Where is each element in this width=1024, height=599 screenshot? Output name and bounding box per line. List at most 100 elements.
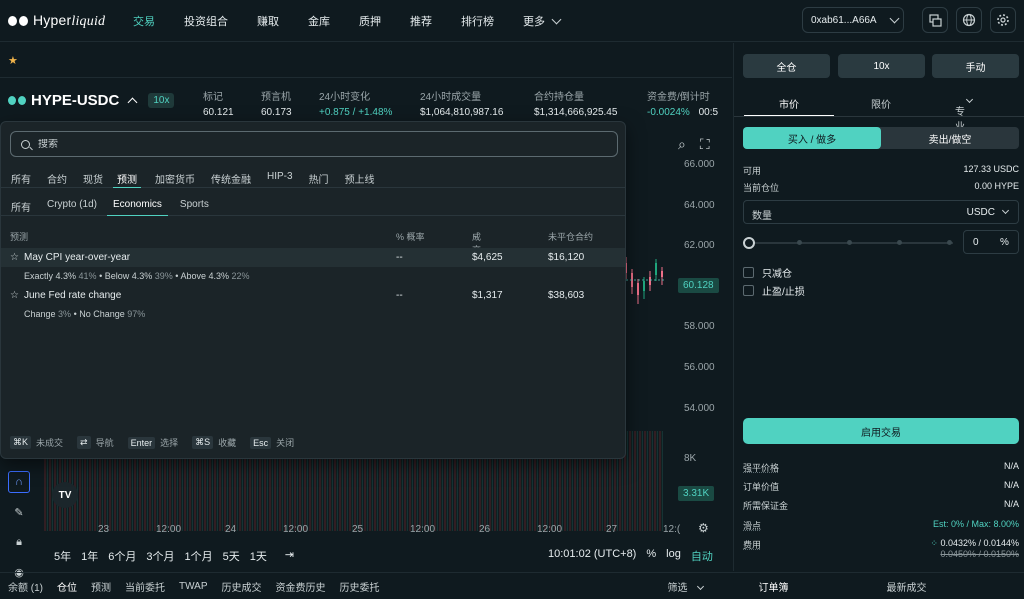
nav-earn[interactable]: 赚取 (257, 13, 279, 29)
shortcut-label: 未成交 (36, 438, 64, 448)
col-name[interactable]: 预测 (10, 230, 28, 243)
tab-order-history[interactable]: 历史委托 (340, 579, 380, 594)
manual-button[interactable]: 手动 (932, 54, 1019, 78)
reduce-only-checkbox[interactable]: 只减仓 (743, 265, 792, 280)
info-label: 强平价格 (743, 463, 780, 473)
col-probability[interactable]: % 概率 (396, 230, 425, 243)
tab-positions[interactable]: 仓位 (57, 579, 77, 594)
brand-logo[interactable]: Hyperliquid (8, 12, 118, 30)
enable-trading-button[interactable]: 启用交易 (743, 418, 1019, 444)
lock-icon[interactable]: 🔒︎ (8, 531, 30, 553)
search-box[interactable] (10, 131, 618, 157)
quantity-unit-select[interactable]: USDC (967, 206, 1010, 218)
settings-button[interactable] (990, 7, 1016, 33)
tpsl-checkbox[interactable]: 止盈/止损 (743, 283, 805, 298)
size-slider[interactable] (743, 233, 953, 253)
tab-pro[interactable]: 专业 (955, 95, 974, 133)
range-1y[interactable]: 1年 (81, 548, 98, 564)
stat-mark: 标记 60.121 (203, 88, 234, 118)
indicator-icon[interactable]: ⌕ (678, 136, 686, 153)
range-5y[interactable]: 5年 (54, 548, 71, 564)
log-toggle[interactable]: log (666, 548, 681, 564)
position-label: 当前仓位 (743, 183, 780, 193)
star-icon[interactable]: ★ (8, 54, 18, 67)
nav-referrals[interactable]: 推荐 (410, 13, 432, 29)
range-1d[interactable]: 1天 (250, 548, 267, 564)
y-tick: 8K (684, 453, 697, 464)
tab-market[interactable]: 市价 (779, 96, 799, 111)
funding-rate: -0.0024% (647, 107, 690, 118)
tab-predictions[interactable]: 预测 (113, 166, 141, 188)
window-icon (928, 13, 942, 27)
tab-hip3[interactable]: HIP-3 (267, 166, 293, 188)
tab-crypto[interactable]: 加密货币 (155, 166, 195, 188)
filter-button[interactable]: 筛选 (668, 579, 704, 594)
multi-window-button[interactable] (922, 7, 948, 33)
sell-short-button[interactable]: 卖出/做空 (881, 127, 1019, 149)
nav-vaults[interactable]: 金库 (308, 13, 330, 29)
pencil-lock-icon[interactable]: ✎ (8, 501, 30, 523)
chart-settings-icon[interactable]: ⚙ (698, 521, 709, 535)
tab-predictions-bottom[interactable]: 预测 (91, 579, 111, 594)
wallet-button[interactable]: 0xab61...A66A (802, 7, 904, 33)
tab-orderbook[interactable]: 订单簿 (759, 579, 789, 594)
tab-trending[interactable]: 热门 (309, 166, 329, 188)
table-row[interactable]: ☆ May CPI year-over-year -- $4,625 $16,1… (1, 248, 625, 267)
subtab-all[interactable]: 所有 (11, 194, 31, 216)
outcome-list: Change 3% • No Change 97% (24, 309, 146, 319)
nav-leaderboard[interactable]: 排行榜 (461, 13, 494, 29)
tab-twap[interactable]: TWAP (179, 581, 208, 592)
tab-balances[interactable]: 余额 (1) (8, 579, 43, 594)
fee-original: 0.0450% / 0.0150% (940, 549, 1019, 559)
nav-portfolio[interactable]: 投资组合 (184, 13, 228, 29)
col-open-interest[interactable]: 未平仓合约 (548, 230, 593, 243)
percent-input[interactable]: 0 % (963, 230, 1019, 254)
tab-all[interactable]: 所有 (11, 166, 31, 188)
star-outline-icon[interactable]: ☆ (10, 290, 19, 301)
range-1m[interactable]: 1个月 (185, 548, 213, 564)
range-6m[interactable]: 6个月 (108, 548, 136, 564)
table-row[interactable]: ☆ June Fed rate change -- $1,317 $38,603 (1, 286, 625, 305)
tab-trade-history[interactable]: 历史成交 (222, 579, 262, 594)
star-outline-icon[interactable]: ☆ (10, 252, 19, 263)
fullscreen-icon[interactable]: ⛶ (700, 136, 710, 153)
tab-open-orders[interactable]: 当前委托 (125, 579, 165, 594)
subtab-crypto[interactable]: Crypto (1d) (47, 194, 97, 216)
brand-name: Hyperliquid (33, 11, 106, 29)
buy-long-button[interactable]: 买入 / 做多 (743, 127, 881, 149)
outcome-label: Exactly 4.3% (24, 271, 77, 281)
margin-mode-button[interactable]: 全仓 (743, 54, 830, 78)
tab-prelaunch[interactable]: 预上线 (345, 166, 375, 188)
nav-staking[interactable]: 质押 (359, 13, 381, 29)
search-input[interactable] (38, 138, 598, 150)
nav-more[interactable]: 更多 (523, 13, 562, 29)
tab-funding-history[interactable]: 资金费历史 (276, 579, 326, 594)
magnet-icon[interactable]: ∩ (8, 471, 30, 493)
auto-toggle[interactable]: 自动 (691, 548, 713, 564)
checkbox-box (743, 285, 754, 296)
range-3m[interactable]: 3个月 (146, 548, 174, 564)
x-tick: 23 (98, 524, 110, 535)
pair-selector[interactable]: HYPE-USDC 10x (8, 92, 175, 109)
slider-step (847, 240, 852, 245)
date-range-icon[interactable]: ⇥ (285, 548, 294, 564)
tab-spot[interactable]: 现货 (83, 166, 103, 188)
tradingview-logo-icon[interactable]: TV (52, 482, 78, 508)
leverage-button[interactable]: 10x (838, 54, 925, 78)
subtab-sports[interactable]: Sports (180, 194, 209, 216)
percent-toggle[interactable]: % (646, 548, 656, 564)
subtab-economics[interactable]: Economics (107, 194, 168, 216)
range-5d[interactable]: 5天 (223, 548, 240, 564)
side-toggle: 买入 / 做多 卖出/做空 (743, 127, 1019, 149)
tab-perps[interactable]: 合约 (47, 166, 67, 188)
quantity-input[interactable]: 数量 USDC (743, 200, 1019, 224)
tab-limit[interactable]: 限价 (871, 96, 891, 111)
tab-recent-trades[interactable]: 最新成交 (887, 579, 927, 594)
range-selector: 5年 1年 6个月 3个月 1个月 5天 1天 ⇥ (54, 548, 304, 564)
slider-handle[interactable] (743, 237, 755, 249)
nav-trade[interactable]: 交易 (133, 13, 155, 29)
stat-value: $1,064,810,987.16 (420, 107, 504, 118)
tab-tradfi[interactable]: 传统金融 (211, 166, 251, 188)
candlesticks (622, 257, 666, 304)
language-button[interactable] (956, 7, 982, 33)
